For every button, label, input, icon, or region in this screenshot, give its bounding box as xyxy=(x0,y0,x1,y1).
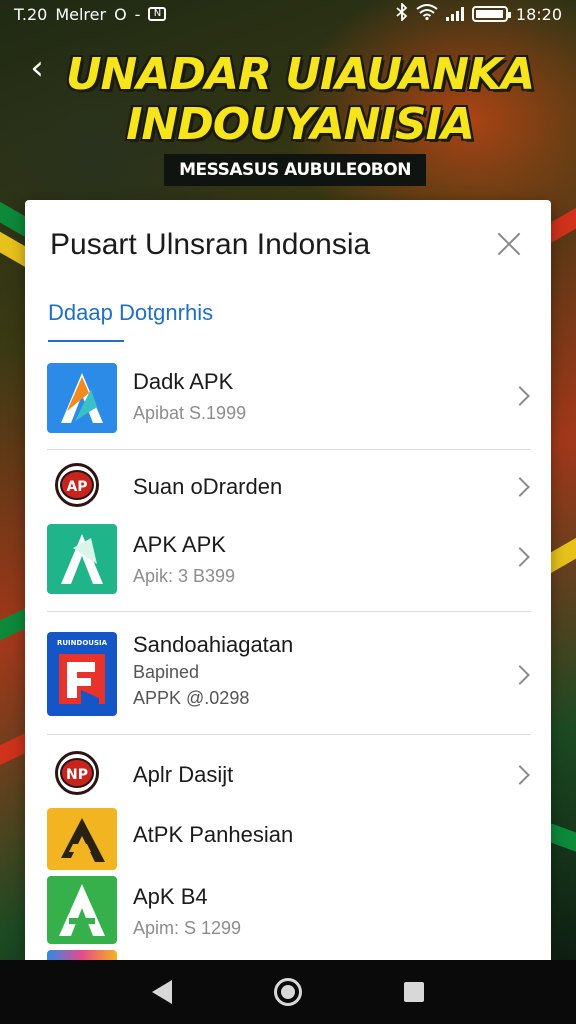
chevron-right-icon xyxy=(510,665,530,685)
f-box-icon: RUINDOUSIA xyxy=(47,632,117,716)
close-icon[interactable] xyxy=(493,228,525,260)
system-nav-bar xyxy=(0,960,576,1024)
home-icon[interactable] xyxy=(274,978,302,1006)
list-item[interactable]: RUINDOUSIA Sandoahiagatan Bapined APPK @… xyxy=(25,628,551,724)
list-item[interactable]: AP Suan oDrarden xyxy=(25,450,551,516)
chevron-right-icon xyxy=(510,477,530,497)
list-item[interactable]: Dadk APK Apibat S.1999 xyxy=(25,357,551,437)
ap-badge-icon: AP xyxy=(55,463,99,507)
signal-icon xyxy=(445,7,464,21)
app-meta: Apim: S 1299 xyxy=(133,918,242,938)
app-name: ApK B4 xyxy=(133,884,208,909)
notification-icon: N xyxy=(148,7,167,21)
status-time-right: 18:20 xyxy=(515,4,562,24)
back-icon[interactable] xyxy=(152,980,172,1004)
list-item[interactable]: APK APK Apik: 3 B399 xyxy=(25,518,551,598)
app-name: APK APK xyxy=(133,532,226,557)
wifi-icon xyxy=(416,4,438,24)
list-item[interactable]: AtPK Panhesian xyxy=(25,800,551,880)
app-name: Dadk APK xyxy=(133,369,234,394)
banner-subtitle: MESSASUS AUBULEOBON xyxy=(164,154,426,186)
bluetooth-icon xyxy=(396,1,408,25)
np-badge-icon: NP xyxy=(55,751,99,795)
app-meta: Bapined xyxy=(133,662,200,682)
chevron-right-icon xyxy=(510,765,530,785)
battery-icon xyxy=(471,6,511,22)
status-time-left: T.20 xyxy=(14,4,48,24)
icon-caption: RUINDOUSIA xyxy=(57,639,108,647)
chevron-right-icon xyxy=(510,386,530,406)
divider xyxy=(47,611,531,612)
app-meta: Apik: 3 B399 xyxy=(133,566,236,586)
carrier-label: Melrer xyxy=(55,4,107,24)
app-name: Aplr Dasijt xyxy=(133,762,234,787)
app-list-dialog: Pusart Ulnsran Indonsia Ddaap Dotgnrhis … xyxy=(25,200,551,960)
app-icon-partial xyxy=(47,950,117,960)
apk-a-icon xyxy=(47,363,117,433)
divider xyxy=(47,734,531,735)
app-name: Sandoahiagatan xyxy=(133,632,294,657)
tab-active[interactable]: Ddaap Dotgnrhis xyxy=(48,300,213,338)
app-meta-secondary: APPK @.0298 xyxy=(133,688,250,708)
app-name: Suan oDrarden xyxy=(133,474,283,499)
list-item[interactable]: NP Aplr Dasijt xyxy=(25,740,551,806)
app-meta: Apibat S.1999 xyxy=(133,403,247,423)
dialog-title: Pusart Ulnsran Indonsia xyxy=(50,228,371,261)
apk-a-icon xyxy=(47,876,117,944)
app-name: AtPK Panhesian xyxy=(133,822,294,847)
recents-icon[interactable] xyxy=(404,982,424,1002)
banner-title: UNADAR UIAUANKA INDOUYANISIA xyxy=(65,49,535,150)
status-indicator-o: O xyxy=(114,4,127,24)
status-indicator-dash: - xyxy=(134,4,141,24)
apk-a-icon xyxy=(47,524,117,594)
status-bar: T.20 Melrer O - N 18:20 xyxy=(0,0,576,28)
list-item[interactable]: ApK B4 Apim: S 1299 xyxy=(25,872,551,952)
tab-underline xyxy=(48,340,124,342)
apk-a-icon xyxy=(47,808,117,870)
chevron-right-icon xyxy=(510,547,530,567)
